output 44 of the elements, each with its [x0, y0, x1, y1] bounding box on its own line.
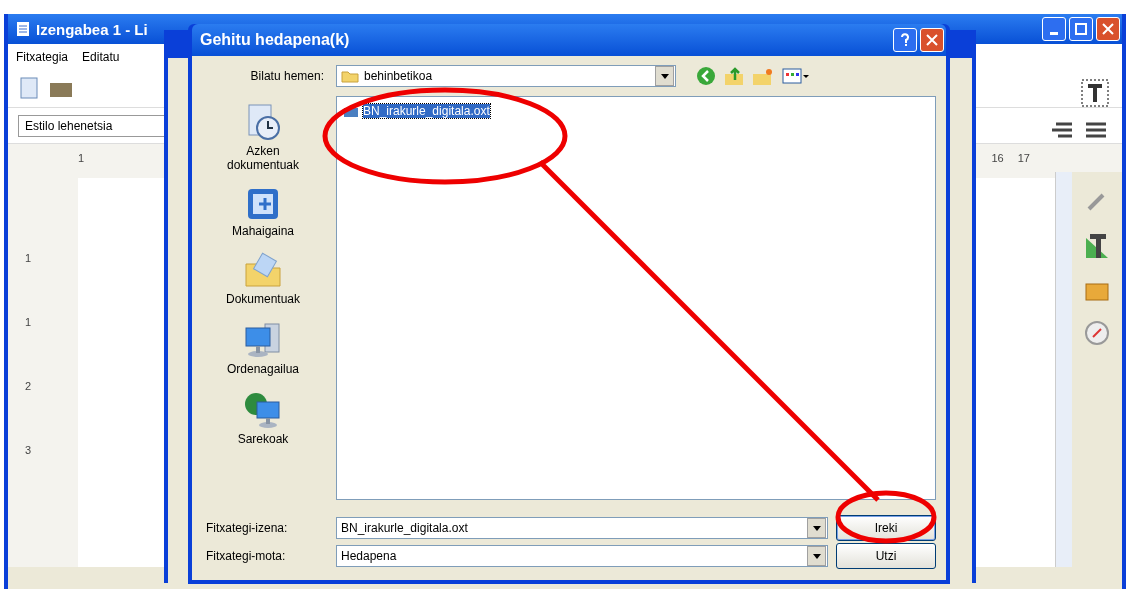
- place-item[interactable]: Dokumentuak: [208, 250, 318, 308]
- computer-icon: [243, 320, 283, 360]
- place-item[interactable]: Mahaigaina: [208, 184, 318, 240]
- place-item[interactable]: Ordenagailua: [208, 318, 318, 378]
- window-title: Izengabea 1 - Li: [36, 20, 148, 38]
- dropdown-arrow-icon: [660, 73, 669, 79]
- compass-icon[interactable]: [1084, 320, 1110, 346]
- dropdown-arrow-icon: [812, 553, 821, 559]
- file-type-label: Fitxategi-mota:: [205, 549, 287, 563]
- file-type-dropdown[interactable]: Hedapena: [336, 545, 828, 567]
- place-item[interactable]: Azken dokumentuak: [208, 100, 318, 174]
- minimize-icon: [1050, 31, 1058, 35]
- close-icon: [926, 34, 938, 46]
- dropdown-arrow-icon: [812, 525, 821, 531]
- place-item[interactable]: Sarekoak: [208, 388, 318, 448]
- file-name-field[interactable]: BN_irakurle_digitala.oxt: [336, 517, 828, 539]
- document-icon: [16, 21, 30, 37]
- ruler-number: 1: [78, 152, 85, 164]
- maximize-icon: [1075, 23, 1087, 35]
- close-button[interactable]: [920, 28, 944, 52]
- help-button[interactable]: [893, 28, 917, 52]
- maximize-button[interactable]: [1069, 17, 1093, 41]
- new-folder-icon[interactable]: [752, 66, 774, 86]
- minimize-button[interactable]: [1042, 17, 1066, 41]
- ruler-number: 17: [1017, 152, 1030, 164]
- scrollbar[interactable]: [1055, 172, 1072, 567]
- file-name-label: Fitxategi-izena:: [205, 521, 289, 535]
- close-button[interactable]: [1096, 17, 1120, 41]
- desktop-icon: [245, 186, 281, 222]
- folder-up-icon[interactable]: [724, 66, 744, 86]
- text-box-icon[interactable]: [1080, 78, 1110, 108]
- network-computer-icon: [243, 390, 283, 430]
- look-in-label: Bilatu hemen:: [249, 69, 325, 83]
- dialog-title: Gehitu hedapena(k): [200, 31, 350, 49]
- menu-item[interactable]: Fitxategia: [16, 50, 69, 62]
- view-menu-icon[interactable]: [782, 67, 810, 85]
- cancel-button[interactable]: Utzi: [836, 543, 936, 569]
- ruler-number: 16: [991, 152, 1004, 164]
- menu-item[interactable]: Editatu: [82, 50, 120, 62]
- look-in-dropdown[interactable]: behinbetikoa: [336, 65, 676, 87]
- question-mark-icon: [900, 33, 910, 47]
- text-style-icon[interactable]: [1084, 232, 1110, 260]
- close-icon: [1102, 23, 1114, 35]
- vertical-ruler: 1 1 2 3: [23, 251, 33, 458]
